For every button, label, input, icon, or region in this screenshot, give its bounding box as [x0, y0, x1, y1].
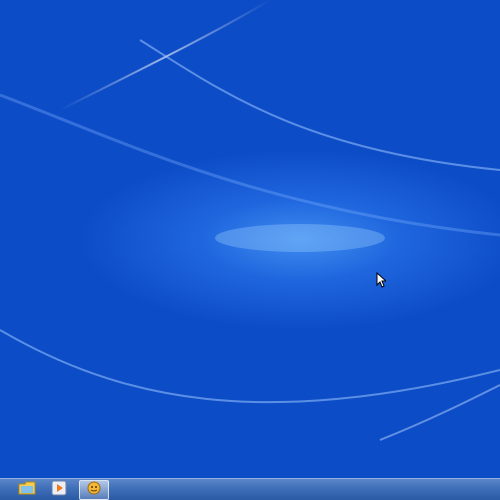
play-icon: [51, 480, 67, 500]
folder-icon: [18, 480, 36, 500]
taskbar: [0, 478, 500, 500]
wallpaper-streaks: [0, 0, 500, 441]
desktop-wallpaper[interactable]: [0, 0, 500, 478]
taskbar-file-explorer-button[interactable]: [12, 480, 42, 500]
mouse-cursor: [376, 271, 388, 292]
desktop-screen: [0, 0, 500, 500]
taskbar-messenger-button[interactable]: [79, 480, 109, 500]
messenger-icon: [85, 480, 103, 500]
taskbar-media-player-button[interactable]: [44, 480, 74, 500]
